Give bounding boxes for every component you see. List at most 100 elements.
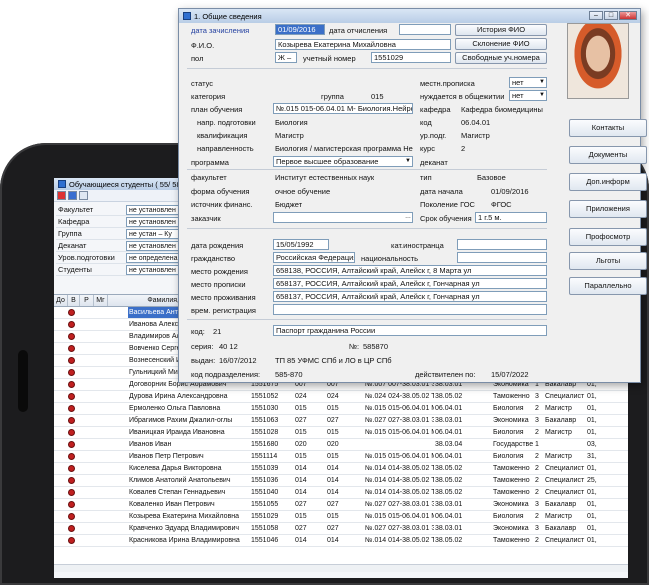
table-row[interactable]: Кравченко Эдуард Владимирович 1551058 027 0… bbox=[54, 523, 628, 535]
birth-date-field[interactable]: 15/05/1992 bbox=[273, 239, 329, 250]
table-row[interactable]: Ковалев Степан Геннадьевич 1551040 014 014 №… bbox=[54, 487, 628, 499]
minimize-button[interactable]: – bbox=[589, 11, 603, 20]
cell-plan: №.015 015-06.04.01 М- Би bbox=[365, 453, 434, 460]
benefits-button[interactable]: Льготы bbox=[569, 252, 647, 270]
enroll-date-field[interactable]: 01/09/2016 bbox=[275, 24, 325, 35]
cell-level: Магистр bbox=[545, 429, 572, 436]
focus-label: направленность bbox=[197, 144, 254, 153]
registration-address-field[interactable]: 658137, РОССИЯ, Алтайский край, Алейск г… bbox=[273, 278, 547, 289]
cell-plan bbox=[364, 439, 434, 450]
filter-label: Факультет bbox=[58, 205, 94, 214]
cell-plan: №.015 015-06.04.01 М- Би bbox=[365, 513, 434, 520]
cell-student-name: Козырева Екатерина Михайловна bbox=[129, 513, 240, 520]
cell-student-number: 1551680 bbox=[251, 441, 279, 448]
term-field[interactable]: 1 г.5 м. bbox=[475, 212, 547, 223]
col-header[interactable]: В bbox=[68, 295, 80, 306]
registration-select[interactable]: нет ▼ bbox=[509, 77, 547, 88]
record-number-field[interactable]: 1551029 bbox=[371, 52, 451, 63]
temp-registration-field[interactable] bbox=[273, 304, 547, 315]
parallel-button[interactable]: Параллельно bbox=[569, 277, 647, 295]
horizontal-scrollbar[interactable] bbox=[54, 564, 628, 572]
cell-subgroup: 027 bbox=[327, 417, 339, 424]
cell-group: 027 bbox=[295, 417, 307, 424]
customer-field[interactable]: … bbox=[273, 212, 413, 223]
group-label: группа bbox=[321, 92, 344, 101]
table-row[interactable]: Красникова Ирина Владимировна 1551046 014 0… bbox=[54, 535, 628, 547]
citizenship-field[interactable]: Российская Федерация bbox=[273, 252, 355, 263]
nationality-label: национальность bbox=[361, 254, 418, 263]
close-button[interactable]: ✕ bbox=[619, 11, 637, 20]
birthplace-field[interactable]: 658138, РОССИЯ, Алтайский край, Алейск г… bbox=[273, 265, 547, 276]
save-icon[interactable] bbox=[68, 191, 77, 200]
cell-student-name: Дурова Ирина Александровна bbox=[129, 393, 228, 400]
dormitory-select[interactable]: нет ▼ bbox=[509, 90, 547, 101]
student-status-icon bbox=[54, 391, 88, 402]
cell-level: Специалист bbox=[545, 477, 585, 484]
table-row[interactable]: Иванов Иван 1551680 020 020 38.03.04 Государс… bbox=[54, 439, 628, 451]
cell-course: 3 bbox=[535, 417, 539, 424]
decline-fio-button[interactable]: Склонение ФИО bbox=[455, 38, 547, 50]
cell-course: 2 bbox=[535, 489, 539, 496]
cell-code: 38.05.02 bbox=[435, 477, 463, 484]
attachments-button[interactable]: Приложения bbox=[569, 200, 647, 218]
cell-direction: Таможенно bbox=[493, 465, 530, 472]
cell-code: 38.05.02 bbox=[435, 393, 463, 400]
cell-plan: №.024 024-38.05.02 Тамож bbox=[365, 393, 434, 400]
table-row[interactable]: Ибрагимов Рахим Джалил-оглы 1551063 027 027… bbox=[54, 415, 628, 427]
table-row[interactable]: Климов Анатолий Анатольевич 1551036 014 014… bbox=[54, 475, 628, 487]
cell-direction: Биология bbox=[493, 453, 524, 460]
table-icon[interactable] bbox=[79, 191, 88, 200]
expel-date-field[interactable] bbox=[399, 24, 451, 35]
cell-plan: №.027 027-38.03.01 Эконо bbox=[365, 501, 434, 508]
filter-label: Деканат bbox=[58, 241, 87, 250]
documents-button[interactable]: Документы bbox=[569, 146, 647, 164]
col-header[interactable]: До bbox=[54, 295, 68, 306]
table-row[interactable]: Иванов Петр Петрович 1551114 015 015 №.015 0… bbox=[54, 451, 628, 463]
table-row[interactable]: Иваницкая Ираида Ивановна 1551028 015 015 №.… bbox=[54, 427, 628, 439]
table-row[interactable]: Ермоленко Ольга Павловна 1551030 015 015 №.0… bbox=[54, 403, 628, 415]
registration-address-label: место прописки bbox=[191, 280, 246, 289]
cell-date: 31, bbox=[587, 453, 597, 460]
maximize-button[interactable]: □ bbox=[604, 11, 618, 20]
plan-field[interactable]: №.015 015-06.04.01 М- Биология.Нейро bbox=[273, 103, 413, 114]
free-numbers-button[interactable]: Свободные уч.номера bbox=[455, 52, 547, 64]
foreigner-category-field[interactable] bbox=[457, 239, 547, 250]
back-window-title: Обучающиеся студенты ( 55/ 58 ) bbox=[69, 179, 186, 189]
cell-course: 2 bbox=[535, 537, 539, 544]
cell-code: 06.04.01 bbox=[435, 513, 463, 520]
table-row[interactable]: Коваленко Иван Петрович 1551055 027 027 №.02… bbox=[54, 499, 628, 511]
sex-field[interactable]: Ж – bbox=[275, 52, 297, 63]
term-label: Срок обучения bbox=[420, 214, 472, 223]
program-select[interactable]: Первое высшее образование ▼ bbox=[273, 156, 413, 167]
program-label: программа bbox=[191, 158, 229, 167]
filter-label: Уров.подготовки bbox=[58, 253, 115, 262]
study-form-value: очное обучение bbox=[275, 187, 331, 196]
document-type-field[interactable]: Паспорт гражданина России bbox=[273, 325, 547, 336]
cell-subgroup: 015 bbox=[327, 429, 339, 436]
cell-code: 38.03.01 bbox=[435, 501, 463, 508]
table-row[interactable]: Киселева Дарья Викторовна 1551039 014 014 №.… bbox=[54, 463, 628, 475]
code-value: 06.04.01 bbox=[461, 118, 491, 127]
department-value: Кафедра биомедицины bbox=[461, 105, 543, 114]
filter-icon[interactable] bbox=[57, 191, 66, 200]
student-photo bbox=[567, 23, 629, 99]
history-fio-button[interactable]: История ФИО bbox=[455, 24, 547, 36]
additional-info-button[interactable]: Доп.информ bbox=[569, 173, 647, 191]
student-status-icon bbox=[54, 511, 88, 522]
contacts-button[interactable]: Контакты bbox=[569, 119, 647, 137]
col-header[interactable]: Р bbox=[80, 295, 94, 306]
medical-check-button[interactable]: Профосмотр bbox=[569, 228, 647, 246]
cell-direction: Таможенно bbox=[493, 477, 530, 484]
table-row[interactable]: Козырева Екатерина Михайловна 1551029 015 0… bbox=[54, 511, 628, 523]
table-row[interactable]: Дурова Ирина Александровна 1551052 024 024 №… bbox=[54, 391, 628, 403]
filter-label: Группа bbox=[58, 229, 82, 238]
fio-field[interactable]: Козырева Екатерина Михайловна bbox=[275, 39, 451, 50]
residence-field[interactable]: 658137, РОССИЯ, Алтайский край, Алейск г… bbox=[273, 291, 547, 302]
nationality-field[interactable] bbox=[457, 252, 547, 263]
cell-course: 2 bbox=[535, 405, 539, 412]
col-header[interactable]: Мг bbox=[94, 295, 108, 306]
cell-student-name: Климов Анатолий Анатольевич bbox=[129, 477, 231, 484]
funding-label: источник финанс. bbox=[191, 200, 253, 209]
student-status-icon bbox=[54, 487, 88, 498]
dropdown-icon: … bbox=[405, 214, 411, 220]
